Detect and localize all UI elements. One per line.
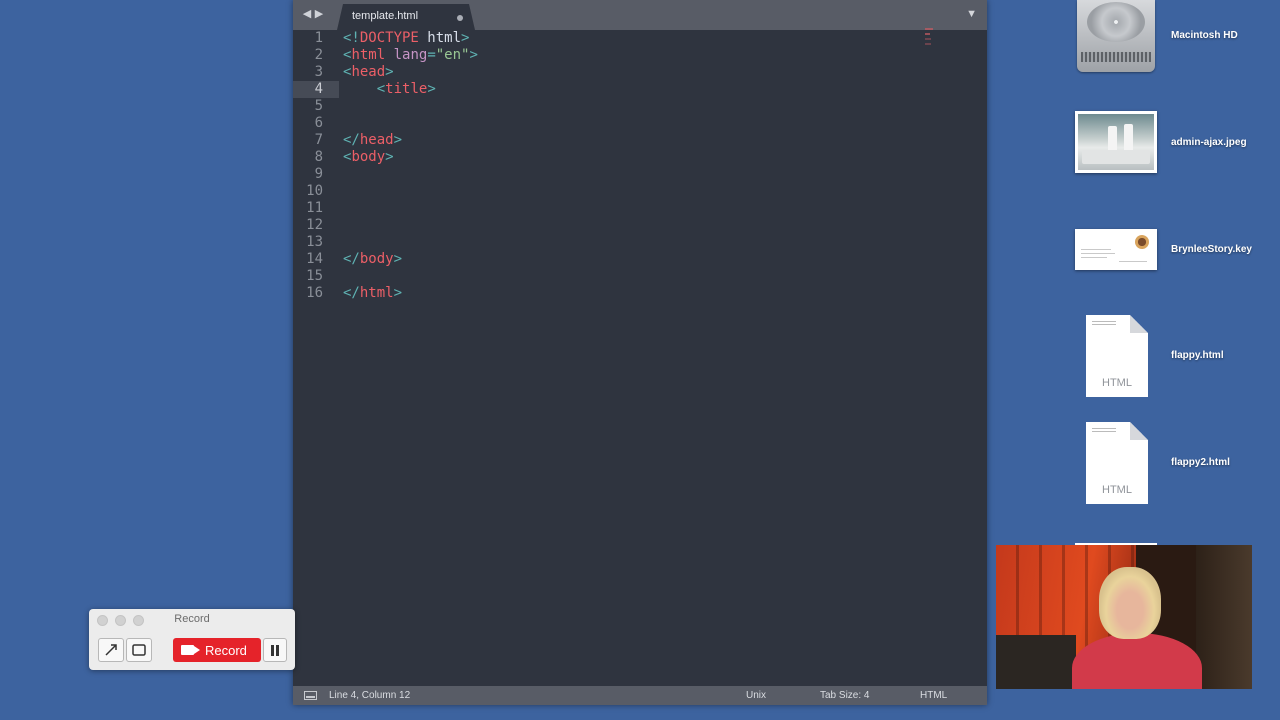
webcam-person-head: [1099, 567, 1161, 639]
code-line[interactable]: ​: [343, 268, 903, 285]
editor-window: ◀ ▶ template.html ▼ 1 2 3 4 5 6 7 8 9 10 11 12 13 14 1…: [293, 0, 987, 705]
image-file-icon[interactable]: [1075, 111, 1157, 173]
minimap-line: [925, 28, 933, 30]
code-line[interactable]: </body>: [343, 251, 903, 268]
line-number: 7: [314, 132, 323, 148]
line-number: 6: [314, 115, 323, 131]
code-line[interactable]: ​: [343, 98, 903, 115]
desktop-label-admin-ajax[interactable]: admin-ajax.jpeg: [1171, 137, 1247, 148]
desktop-label-macintosh-hd[interactable]: Macintosh HD: [1171, 30, 1238, 41]
line-number: 16: [306, 285, 323, 301]
record-window-title: Record: [174, 613, 210, 625]
pause-button[interactable]: [263, 638, 287, 662]
html-file-icon[interactable]: HTML: [1086, 422, 1148, 504]
thumbnail-figure: [1124, 124, 1133, 152]
tab-template-html[interactable]: template.html: [337, 4, 475, 30]
doc-preview-lines: [1092, 428, 1116, 434]
code-line[interactable]: </head>: [343, 132, 903, 149]
code-line[interactable]: <body>: [343, 149, 903, 166]
cursor-position: Line 4, Column 12: [329, 690, 411, 701]
arrow-icon: [105, 644, 117, 656]
video-camera-icon: [181, 645, 194, 655]
code-line[interactable]: ​: [343, 234, 903, 251]
minimap[interactable]: [925, 28, 935, 60]
hard-drive-platter: [1087, 2, 1145, 42]
doc-preview-lines: [1092, 321, 1116, 327]
line-number: 10: [306, 183, 323, 199]
nav-back-icon[interactable]: ◀: [302, 7, 312, 21]
desktop-label-flappy2[interactable]: flappy2.html: [1171, 457, 1230, 468]
line-number: 11: [306, 200, 323, 216]
desktop-label-flappy[interactable]: flappy.html: [1171, 350, 1224, 361]
file-type-label: HTML: [1102, 377, 1132, 389]
code-line[interactable]: <head>: [343, 64, 903, 81]
line-number: 9: [314, 166, 323, 182]
tab-size[interactable]: Tab Size: 4: [820, 690, 869, 701]
line-number: 15: [306, 268, 323, 284]
keynote-text-line: [1119, 261, 1147, 262]
status-bar: Line 4, Column 12 Unix Tab Size: 4 HTML: [293, 686, 987, 705]
panel-toggle-icon[interactable]: [304, 691, 317, 700]
keynote-text-line: [1081, 249, 1111, 250]
line-number: 1: [314, 30, 323, 46]
line-number: 14: [306, 251, 323, 267]
line-number-gutter: 1 2 3 4 5 6 7 8 9 10 11 12 13 14 15 16: [293, 30, 333, 302]
file-type-label: HTML: [1102, 484, 1132, 496]
code-line[interactable]: ​: [343, 166, 903, 183]
minimap-line: [925, 33, 930, 35]
keynote-file-icon[interactable]: [1075, 229, 1157, 270]
image-thumbnail: [1078, 114, 1154, 170]
rectangle-tool-button[interactable]: [126, 638, 152, 662]
line-number: 12: [306, 217, 323, 233]
tab-label: template.html: [352, 10, 419, 22]
doc-fold: [1130, 315, 1148, 333]
unsaved-dot-icon[interactable]: [457, 15, 463, 21]
line-number: 3: [314, 64, 323, 80]
keynote-text-line: [1081, 253, 1115, 254]
line-number: 2: [314, 47, 323, 63]
code-line[interactable]: <html lang="en">: [343, 47, 903, 64]
doc-fold: [1130, 422, 1148, 440]
syntax-mode[interactable]: HTML: [920, 690, 947, 701]
keynote-text-line: [1081, 257, 1107, 258]
line-number: 5: [314, 98, 323, 114]
code-line[interactable]: ​: [343, 115, 903, 132]
code-line[interactable]: <title>: [343, 81, 903, 98]
code-line[interactable]: ​: [343, 217, 903, 234]
webcam-overlay: [996, 545, 1252, 689]
minimap-line: [925, 43, 931, 45]
minimap-line: [925, 38, 931, 40]
hard-drive-icon[interactable]: [1077, 0, 1155, 72]
webcam-sofa: [996, 635, 1076, 689]
keynote-illustration: [1135, 235, 1149, 249]
record-widget: Record Record: [89, 609, 295, 670]
html-file-icon[interactable]: HTML: [1086, 315, 1148, 397]
desktop-label-brynleestory[interactable]: BrynleeStory.key: [1171, 244, 1252, 255]
line-number: 13: [306, 234, 323, 250]
rectangle-icon: [132, 644, 146, 656]
record-button-label: Record: [205, 643, 247, 658]
line-number: 4: [314, 81, 323, 97]
code-line[interactable]: <!DOCTYPE html>: [343, 30, 903, 47]
record-button[interactable]: Record: [173, 638, 261, 662]
code-area[interactable]: <!DOCTYPE html> <html lang="en"> <head> <t…: [343, 30, 903, 302]
tab-bar: ◀ ▶ template.html ▼: [293, 0, 987, 30]
code-line[interactable]: </html>: [343, 285, 903, 302]
thumbnail-mat: [1082, 150, 1150, 164]
tab-menu-icon[interactable]: ▼: [966, 8, 977, 20]
code-line[interactable]: ​: [343, 183, 903, 200]
code-line[interactable]: ​: [343, 200, 903, 217]
nav-forward-icon[interactable]: ▶: [314, 7, 324, 21]
line-endings[interactable]: Unix: [746, 690, 766, 701]
line-number: 8: [314, 149, 323, 165]
hard-drive-grille: [1081, 52, 1151, 62]
thumbnail-figure: [1108, 126, 1117, 152]
arrow-tool-button[interactable]: [98, 638, 124, 662]
webcam-dark-area: [1196, 545, 1252, 689]
